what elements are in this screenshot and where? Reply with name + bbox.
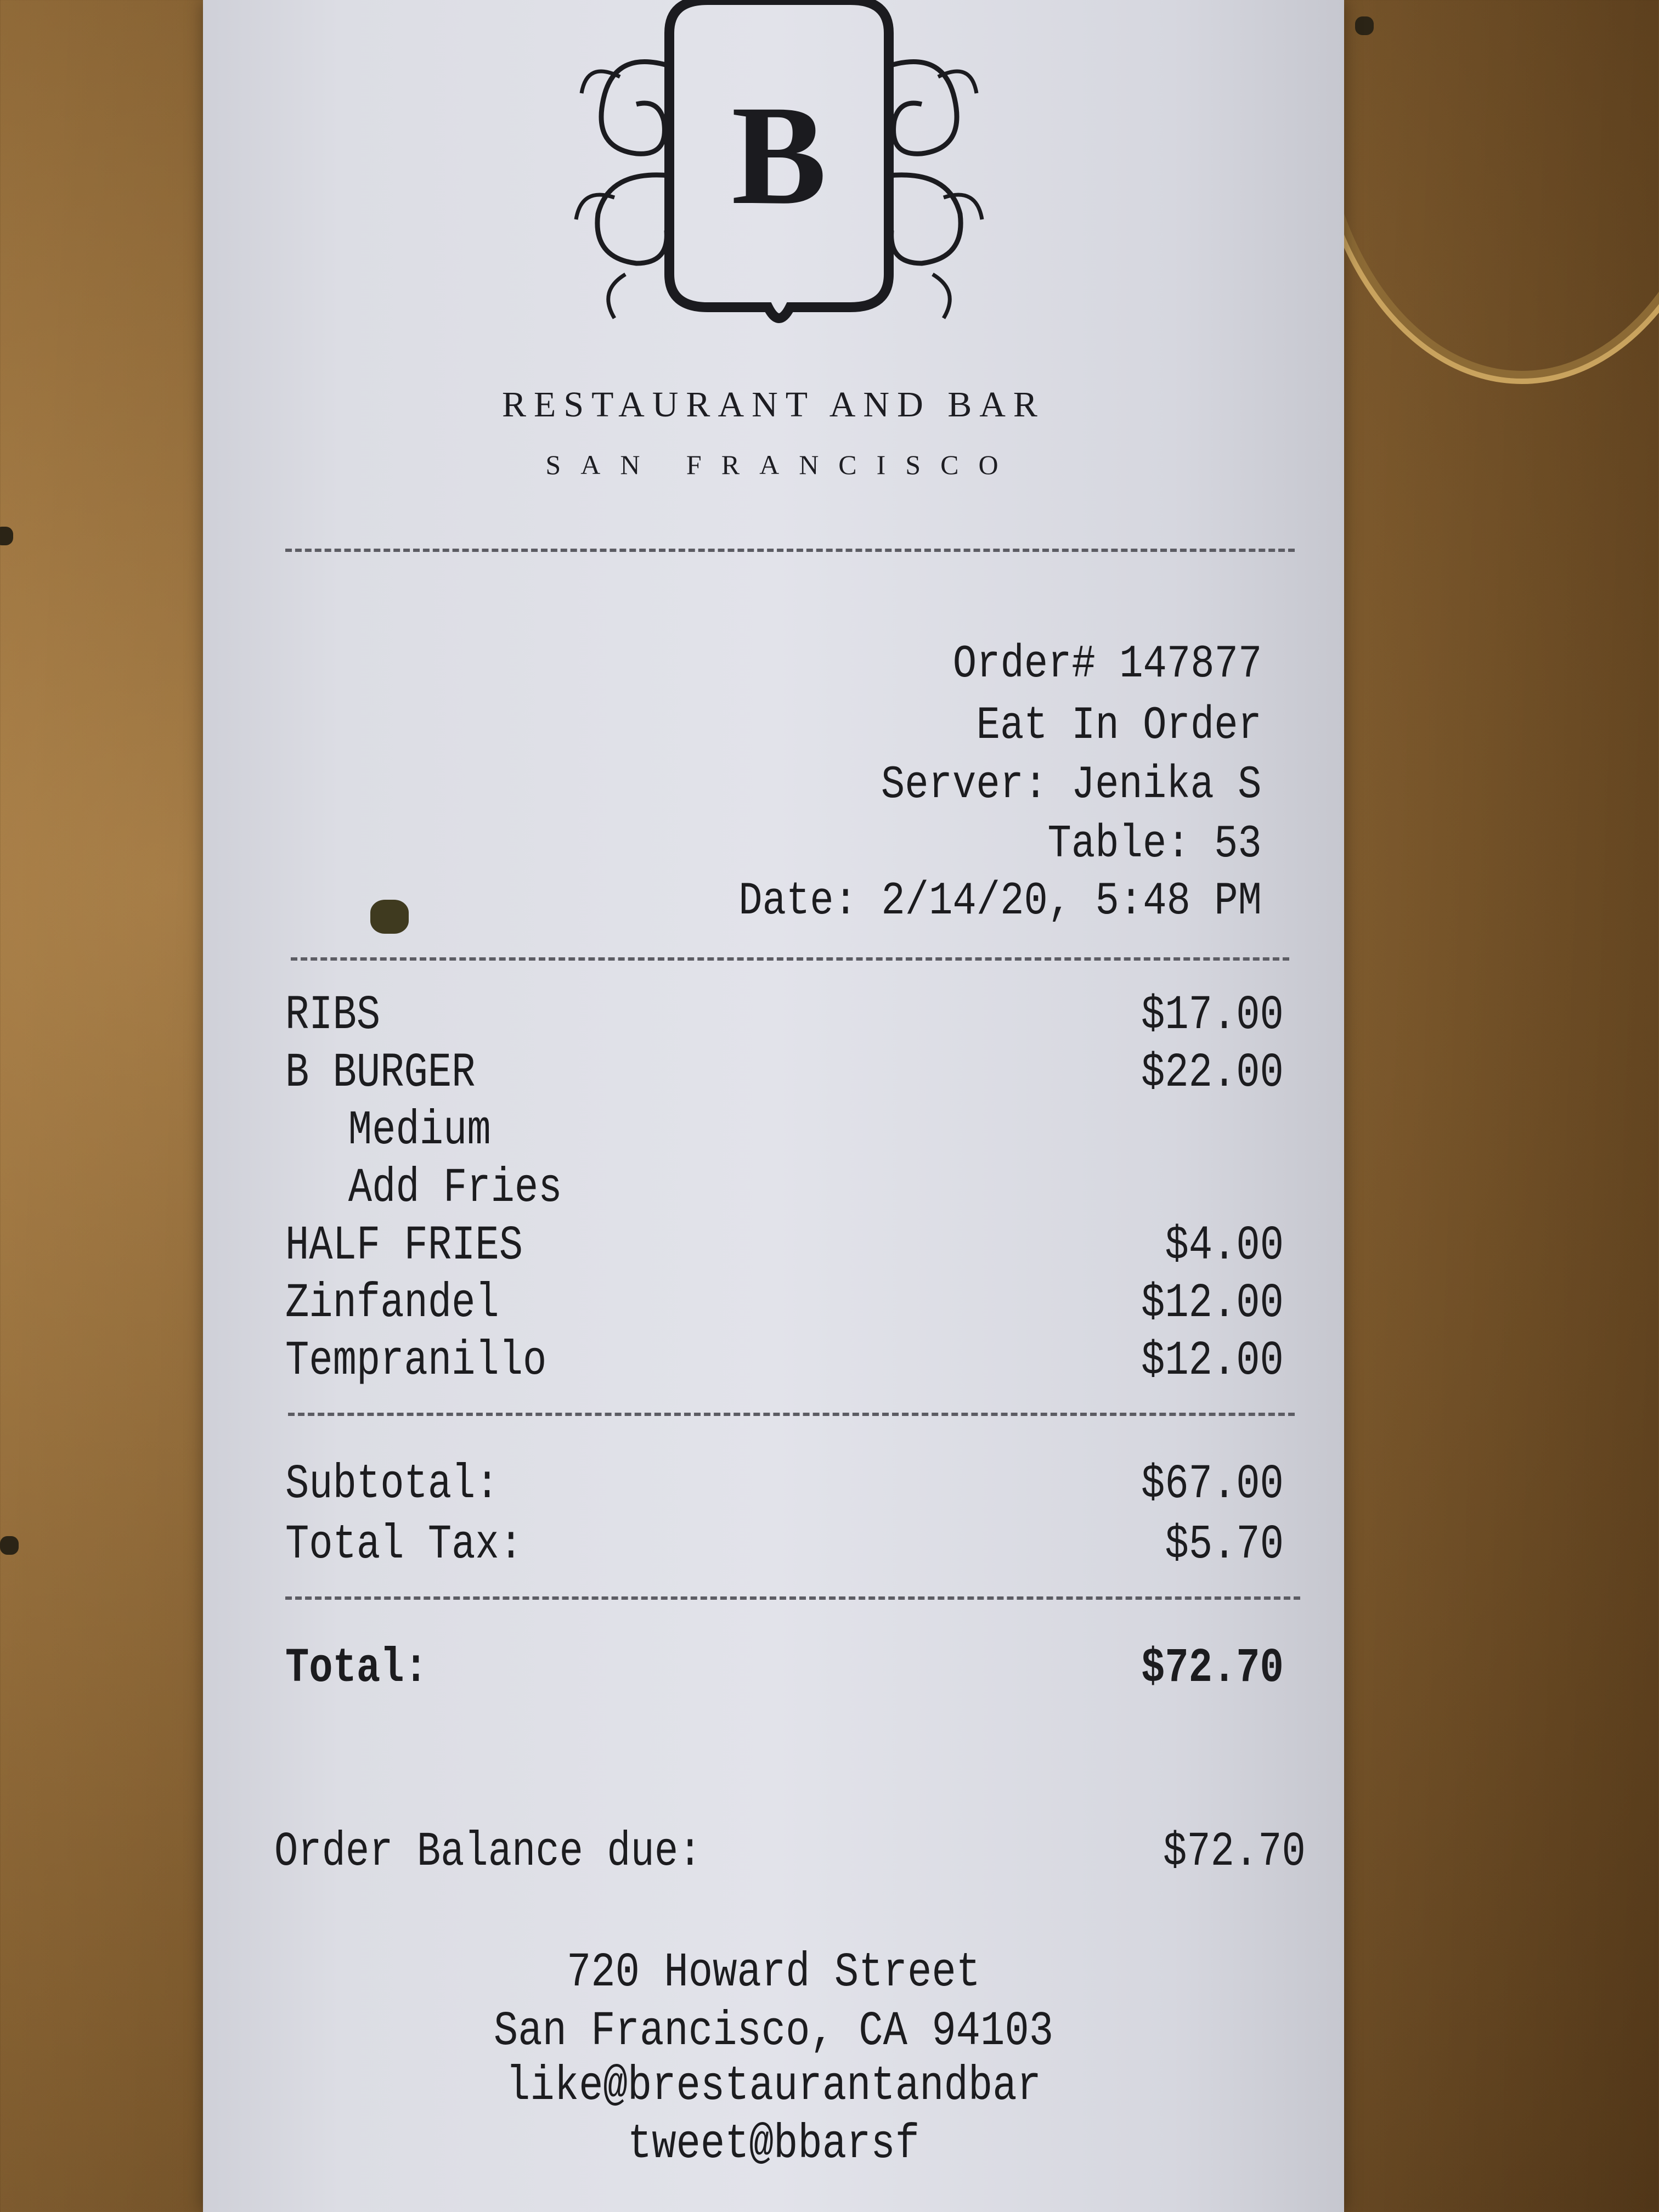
order-type: Eat In Order [976, 700, 1262, 752]
total-row: Total: $72.70 [285, 1640, 1284, 1697]
address-city: San Francisco, CA 94103 [493, 2005, 1054, 2059]
restaurant-logo: B [574, 0, 984, 323]
balance-value: $72.70 [1163, 1825, 1306, 1880]
item-price: $4.00 [1165, 1219, 1284, 1273]
subtotal-row: Subtotal: $67.00 [285, 1457, 1284, 1514]
modifier-name: Add Fries [348, 1161, 562, 1216]
item-modifier: Medium [285, 1103, 1284, 1160]
divider [285, 549, 1295, 552]
divider [288, 1413, 1295, 1416]
modifier-name: Medium [348, 1104, 491, 1158]
total-label: Total: [285, 1641, 428, 1696]
order-date: Date: 2/14/20, 5:48 PM [738, 876, 1262, 928]
subtotal-value: $67.00 [1141, 1458, 1284, 1512]
facebook-handle: like@brestaurantandbar [506, 2059, 1041, 2114]
tax-row: Total Tax: $5.70 [285, 1517, 1284, 1574]
restaurant-name: RESTAURANT AND BAR [502, 385, 1045, 425]
twitter-handle: tweet@bbarsf [627, 2118, 920, 2172]
logo-letter: B [731, 76, 826, 234]
line-item: B BURGER $22.00 [285, 1045, 1284, 1102]
plate-rim [1308, 0, 1659, 384]
paper-spot [370, 900, 409, 934]
item-name: B BURGER [285, 1046, 476, 1101]
table-number: Table: 53 [1047, 819, 1262, 871]
line-item: Zinfandel $12.00 [285, 1276, 1284, 1333]
line-item: HALF FRIES $4.00 [285, 1218, 1284, 1275]
divider [291, 957, 1289, 961]
item-name: RIBS [285, 989, 381, 1043]
item-name: Zinfandel [285, 1277, 499, 1331]
tax-value: $5.70 [1165, 1518, 1284, 1572]
tax-label: Total Tax: [285, 1518, 523, 1572]
order-number: Order# 147877 [952, 639, 1262, 691]
table-speck [1355, 16, 1374, 35]
item-price: $12.00 [1141, 1334, 1284, 1389]
line-item: RIBS $17.00 [285, 988, 1284, 1045]
balance-row: Order Balance due: $72.70 [274, 1824, 1306, 1881]
restaurant-city: SAN FRANCISCO [545, 449, 1018, 480]
item-name: Tempranillo [285, 1334, 547, 1389]
address-street: 720 Howard Street [566, 1946, 981, 2000]
table-speck [0, 527, 13, 545]
subtotal-label: Subtotal: [285, 1458, 499, 1512]
server-name: Server: Jenika S [881, 759, 1262, 811]
item-price: $17.00 [1141, 989, 1284, 1043]
line-item: Tempranillo $12.00 [285, 1333, 1284, 1390]
item-price: $12.00 [1141, 1277, 1284, 1331]
total-value: $72.70 [1141, 1641, 1284, 1696]
table-speck [0, 1536, 19, 1555]
item-price: $22.00 [1141, 1046, 1284, 1101]
receipt: B RESTAURANT AND BAR SAN FRANCISCO Order… [203, 0, 1344, 2212]
item-name: HALF FRIES [285, 1219, 523, 1273]
balance-label: Order Balance due: [274, 1825, 702, 1880]
divider [285, 1596, 1300, 1600]
item-modifier: Add Fries [285, 1160, 1284, 1217]
